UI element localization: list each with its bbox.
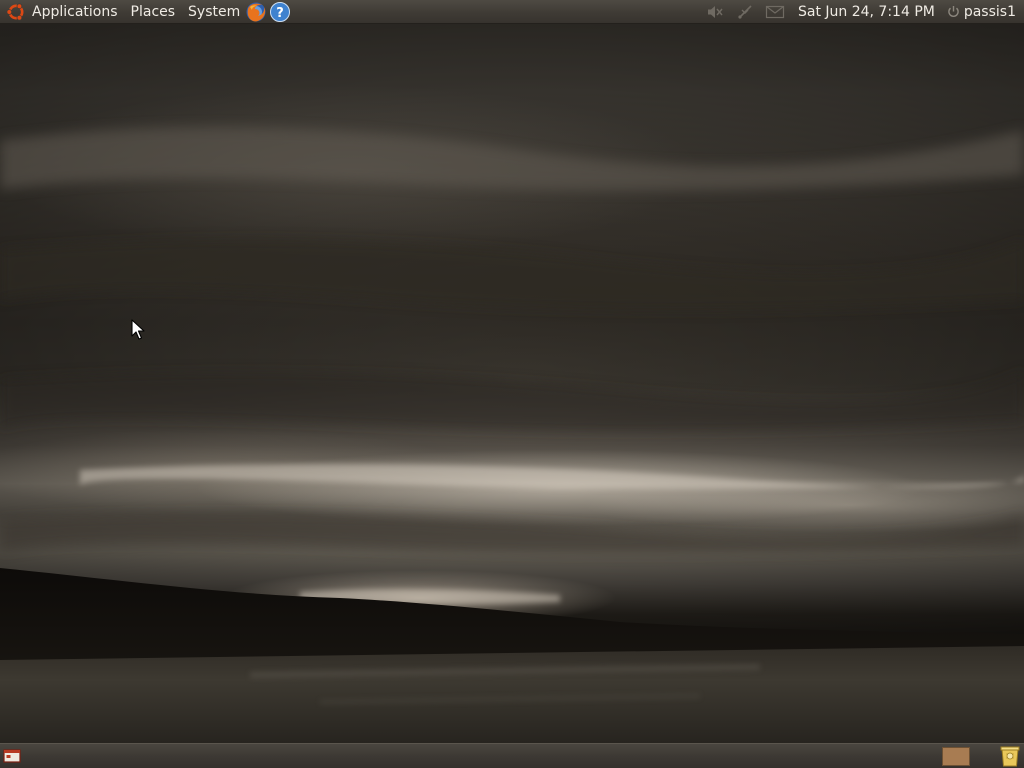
show-desktop-button[interactable]	[3, 748, 21, 764]
svg-text:?: ?	[276, 6, 284, 21]
system-menu-label: System	[188, 3, 241, 20]
places-menu-label: Places	[130, 3, 176, 20]
firefox-launcher[interactable]	[244, 0, 268, 24]
network-indicator[interactable]	[734, 0, 756, 24]
desktop-wallpaper[interactable]	[0, 0, 1024, 768]
bottom-panel	[0, 743, 1024, 768]
mail-icon	[765, 5, 785, 19]
volume-control[interactable]	[704, 0, 726, 24]
applications-menu-label: Applications	[32, 3, 118, 20]
mail-indicator[interactable]	[764, 0, 786, 24]
workspace-switcher[interactable]	[942, 747, 970, 766]
applications-menu[interactable]: Applications	[0, 0, 125, 24]
desktop-screen: Applications Places System ? Sat Jun 24,…	[0, 0, 1024, 768]
clock[interactable]: Sat Jun 24, 7:14 PM	[790, 4, 941, 20]
system-menu[interactable]: System	[182, 0, 244, 24]
help-icon: ?	[269, 1, 291, 23]
mouse-cursor-icon	[131, 319, 145, 341]
trash-button[interactable]	[998, 745, 1022, 767]
top-panel: Applications Places System ? Sat Jun 24,…	[0, 0, 1024, 24]
network-icon	[736, 4, 754, 20]
trash-icon	[998, 745, 1022, 767]
wallpaper-landscape	[0, 127, 1024, 743]
help-launcher[interactable]: ?	[268, 0, 292, 24]
power-icon	[947, 5, 960, 18]
ubuntu-logo-icon	[6, 2, 26, 22]
panel-right-area: Sat Jun 24, 7:14 PM passis1	[700, 0, 1024, 24]
firefox-icon	[245, 1, 267, 23]
clock-label: Sat Jun 24, 7:14 PM	[797, 3, 935, 20]
user-menu-label: passis1	[963, 3, 1016, 20]
volume-icon	[706, 4, 724, 20]
show-desktop-icon	[3, 748, 21, 764]
places-menu[interactable]: Places	[125, 0, 183, 24]
user-menu[interactable]: passis1	[941, 4, 1024, 20]
